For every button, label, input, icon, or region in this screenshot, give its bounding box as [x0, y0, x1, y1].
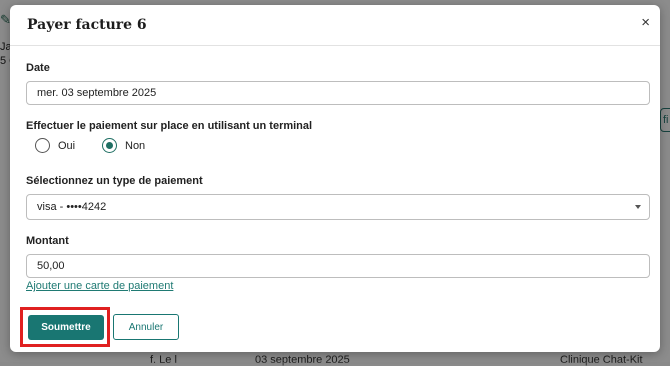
radio-circle-oui	[35, 138, 50, 153]
chevron-down-icon	[635, 205, 641, 209]
terminal-label: Effectuer le paiement sur place en utili…	[26, 120, 313, 132]
cancel-button[interactable]: Annuler	[113, 314, 179, 340]
close-icon[interactable]: ×	[641, 15, 650, 31]
payment-modal: Payer facture 6 × Date mer. 03 septembre…	[10, 5, 660, 352]
modal-header: Payer facture 6 ×	[10, 5, 660, 46]
submit-button[interactable]: Soumettre	[28, 315, 104, 340]
radio-circle-non	[102, 138, 117, 153]
date-label: Date	[26, 62, 50, 74]
payment-type-label: Sélectionnez un type de paiement	[26, 175, 203, 187]
amount-label: Montant	[26, 235, 69, 247]
radio-label-oui: Oui	[58, 139, 76, 152]
radio-label-non: Non	[125, 139, 146, 152]
add-card-link[interactable]: Ajouter une carte de paiement	[26, 280, 173, 292]
amount-field[interactable]: 50,00	[26, 254, 650, 278]
payment-type-select[interactable]: visa - ••••4242	[26, 194, 650, 220]
payment-type-value: visa - ••••4242	[37, 201, 107, 213]
date-field[interactable]: mer. 03 septembre 2025	[26, 81, 650, 105]
radio-non[interactable]: Non	[102, 138, 145, 153]
radio-oui[interactable]: Oui	[35, 138, 75, 153]
modal-title: Payer facture 6	[27, 17, 147, 33]
